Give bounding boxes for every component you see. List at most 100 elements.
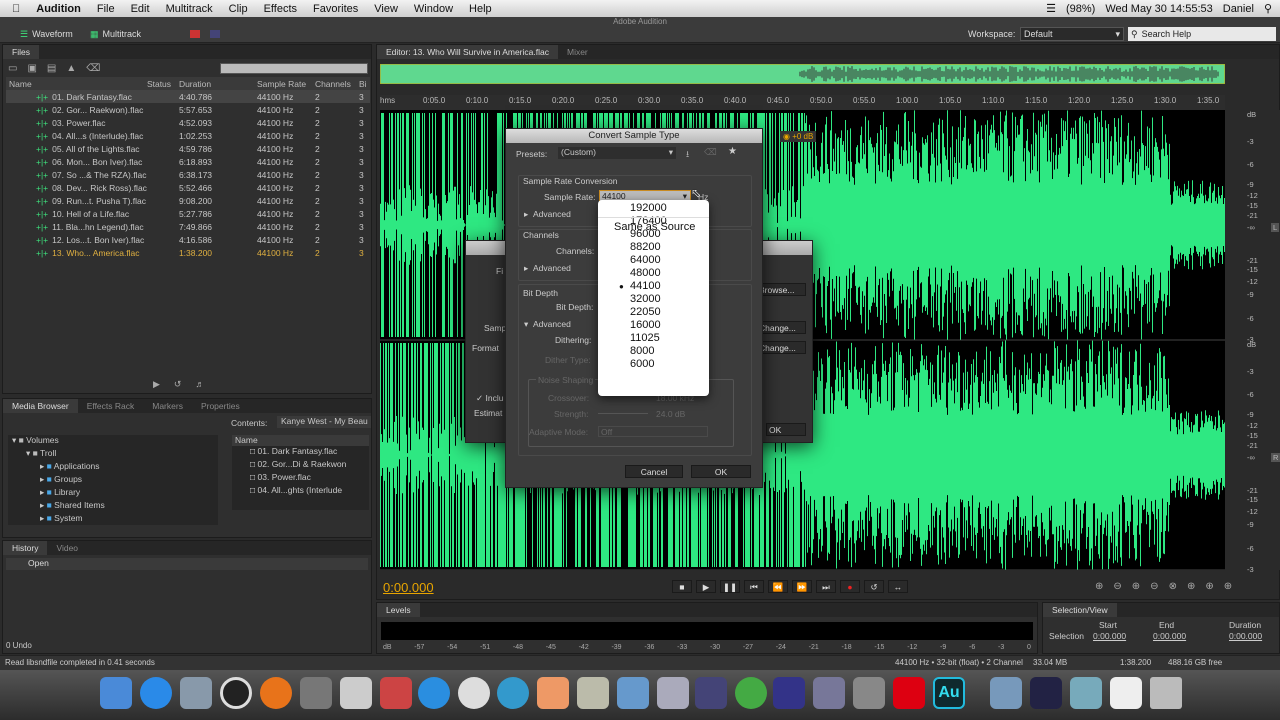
media-list-item[interactable]: □ 01. Dark Fantasy.flac: [232, 446, 369, 459]
spotlight-icon[interactable]: ⚲: [1264, 2, 1272, 15]
ok-button[interactable]: OK: [691, 465, 751, 478]
option-6000[interactable]: 6000: [614, 358, 709, 371]
globe-icon[interactable]: [735, 677, 767, 709]
play-icon[interactable]: ▶: [153, 379, 160, 390]
zoom-out-point-icon[interactable]: ⊕: [1205, 581, 1213, 592]
option-88200[interactable]: 88200: [614, 241, 709, 254]
strength-slider[interactable]: [598, 413, 648, 414]
battery-status[interactable]: (98%): [1066, 3, 1095, 15]
files-search-input[interactable]: [220, 62, 369, 74]
cancel-button[interactable]: Cancel: [625, 465, 683, 478]
history-item-open[interactable]: Open: [6, 558, 368, 570]
file-row[interactable]: +|+ 08. Dev... Rick Ross).flac 5:52.466 441…: [6, 181, 370, 194]
current-time[interactable]: 0:00.000: [383, 580, 434, 595]
zoom-full-icon[interactable]: ⊗: [1169, 581, 1177, 592]
tab-video[interactable]: Video: [47, 541, 87, 555]
option-16000[interactable]: 16000: [614, 319, 709, 332]
dvd-player-icon[interactable]: [220, 677, 252, 709]
safari-icon[interactable]: [497, 677, 529, 709]
file-row[interactable]: +|+ 05. All of the Lights.flac 4:59.786 441…: [6, 142, 370, 155]
adaptive-mode-select[interactable]: Off: [598, 426, 708, 437]
col-status[interactable]: Status: [146, 77, 179, 90]
loop-icon[interactable]: ↺: [174, 379, 182, 390]
play-button-icon[interactable]: ▶: [696, 580, 716, 593]
audition-icon[interactable]: Au: [933, 677, 965, 709]
disclosure-closed-icon[interactable]: ▸: [40, 500, 44, 510]
advanced-toggle-3[interactable]: ▾ Advanced: [524, 319, 571, 330]
file-row[interactable]: +|+ 02. Gor... Raekwon).flac 5:57.653 44100…: [6, 103, 370, 116]
tab-markers[interactable]: Markers: [143, 399, 192, 413]
menu-multitrack[interactable]: Multitrack: [166, 3, 213, 15]
zoom-in-amplitude-icon[interactable]: ⊕: [1095, 581, 1103, 592]
tab-properties[interactable]: Properties: [192, 399, 249, 413]
browse-button[interactable]: Browse...: [756, 283, 806, 296]
stop-icon[interactable]: ■: [672, 580, 692, 593]
change-format-button[interactable]: Change...: [756, 321, 806, 334]
file-row[interactable]: +|+ 01. Dark Fantasy.flac 4:40.786 44100 Hz…: [6, 90, 370, 103]
photo-icon[interactable]: [537, 677, 569, 709]
clapper-icon[interactable]: [340, 677, 372, 709]
camera-icon[interactable]: [773, 677, 805, 709]
file-row[interactable]: +|+ 10. Hell of a Life.flac 5:27.786 44100 …: [6, 207, 370, 220]
tab-files[interactable]: Files: [3, 45, 39, 59]
skip-end-icon[interactable]: ⏭: [816, 580, 836, 593]
tab-levels[interactable]: Levels: [377, 603, 420, 617]
tree-item[interactable]: ▾ ■ Volumes: [8, 435, 218, 448]
file-row[interactable]: +|+ 12. Los...t. Bon Iver).flac 4:16.586 44…: [6, 233, 370, 246]
menu-view[interactable]: View: [374, 3, 398, 15]
star-app-icon[interactable]: [577, 677, 609, 709]
option-44100[interactable]: ● 44100: [614, 280, 709, 293]
new-file-icon[interactable]: ▤: [47, 63, 56, 74]
media-list-item[interactable]: □ 04. All...ghts (Interlude: [232, 485, 369, 498]
multitrack-button[interactable]: ▦ Multitrack: [90, 27, 141, 41]
firefox-icon[interactable]: [260, 677, 292, 709]
advanced-toggle-1[interactable]: ▸ Advanced: [524, 209, 571, 220]
skip-selection-icon[interactable]: ↔: [888, 580, 908, 593]
tree-item[interactable]: ▸ ■ Shared Items: [8, 500, 218, 513]
activity-monitor-icon[interactable]: [1030, 677, 1062, 709]
back-ok-button[interactable]: OK: [766, 423, 806, 436]
tree-item[interactable]: ▸ ■ Library: [8, 487, 218, 500]
disclosure-open-icon[interactable]: ▾: [26, 448, 30, 458]
waveform-button[interactable]: ☰ Waveform: [20, 27, 73, 41]
rewind-icon[interactable]: ⏪: [768, 580, 788, 593]
option-64000[interactable]: 64000: [614, 254, 709, 267]
option-192000[interactable]: 192000: [614, 202, 709, 215]
fast-forward-icon[interactable]: ⏩: [792, 580, 812, 593]
advanced-toggle-2[interactable]: ▸ Advanced: [524, 263, 571, 274]
applications-folder-icon[interactable]: [990, 677, 1022, 709]
file-row[interactable]: +|+ 07. So ...& The RZA).flac 6:38.173 4410…: [6, 168, 370, 181]
menu-file[interactable]: File: [97, 3, 115, 15]
loop-playback-icon[interactable]: ↺: [864, 580, 884, 593]
tab-selection-view[interactable]: Selection/View: [1043, 603, 1117, 617]
tab-effects-rack[interactable]: Effects Rack: [78, 399, 144, 413]
photo-booth-icon[interactable]: [617, 677, 649, 709]
delete-preset-icon[interactable]: ⌫: [704, 147, 717, 158]
finder-icon[interactable]: [100, 677, 132, 709]
wifi-icon[interactable]: ☰: [1046, 2, 1056, 15]
spectral-icon[interactable]: [210, 30, 220, 38]
trash-can-icon[interactable]: [1150, 677, 1182, 709]
tool-icon[interactable]: [380, 677, 412, 709]
change-settings-button[interactable]: Change...: [756, 341, 806, 354]
file-row[interactable]: +|+ 11. Bla...hn Legend).flac 7:49.866 4410…: [6, 220, 370, 233]
option-22050[interactable]: 22050: [614, 306, 709, 319]
file-row[interactable]: +|+ 04. All...s (Interlude).flac 1:02.253 4…: [6, 129, 370, 142]
menu-favorites[interactable]: Favorites: [313, 3, 358, 15]
file-row[interactable]: +|+ 03. Power.flac 4:52.093 44100 Hz 2 3: [6, 116, 370, 129]
acrobat-icon[interactable]: [893, 677, 925, 709]
file-row[interactable]: +|+ 13. Who... America.flac 1:38.200 44100 …: [6, 246, 370, 259]
open-file-icon[interactable]: ▭: [8, 63, 17, 74]
zoom-out-time-icon[interactable]: ⊖: [1150, 581, 1158, 592]
trash-icon[interactable]: ⌫: [86, 63, 100, 74]
file-row[interactable]: +|+ 09. Run...t. Pusha T).flac 9:08.200 441…: [6, 194, 370, 207]
record-mode-icon[interactable]: [190, 30, 200, 38]
menu-effects[interactable]: Effects: [264, 3, 297, 15]
workspace-select[interactable]: Default ▾: [1020, 27, 1124, 41]
skip-start-icon[interactable]: ⏮: [744, 580, 764, 593]
pdf-icon[interactable]: [1110, 677, 1142, 709]
tab-mixer[interactable]: Mixer: [558, 45, 597, 59]
tab-editor[interactable]: Editor: 13. Who Will Survive in America.…: [377, 45, 558, 59]
menu-edit[interactable]: Edit: [131, 3, 150, 15]
media-list-item[interactable]: □ 02. Gor...Di & Raekwon: [232, 459, 369, 472]
